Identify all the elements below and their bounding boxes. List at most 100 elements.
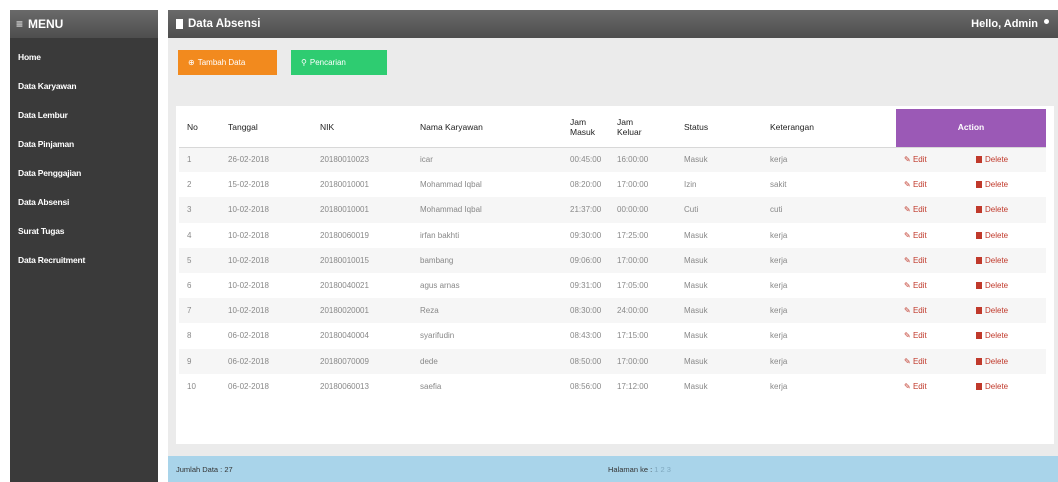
delete-label: Delete — [985, 381, 1009, 391]
cell-keterangan: kerja — [770, 281, 788, 291]
delete-link[interactable]: Delete — [976, 357, 1008, 366]
greeting-text: Hello, Admin — [971, 18, 1038, 30]
col-jam-keluar: Jam Keluar — [609, 109, 676, 148]
cell-masuk: 21:37:00 — [562, 197, 609, 223]
pencil-icon: ✎ — [904, 230, 911, 240]
cell-delete: Delete — [968, 374, 1046, 399]
delete-link[interactable]: Delete — [976, 306, 1008, 315]
cell-nik: 20180070009 — [312, 348, 412, 374]
user-greeting[interactable]: Hello, Admin — [971, 18, 1050, 30]
add-data-button[interactable]: ⊕ Tambah Data — [178, 49, 277, 75]
edit-link[interactable]: ✎ Edit — [904, 180, 927, 189]
table-row: 7 10-02-2018 20180020001 Reza 08:30:00 24:00:… — [179, 298, 1046, 324]
col-nik: NIK — [312, 109, 412, 148]
edit-link[interactable]: ✎ Edit — [904, 382, 927, 391]
edit-link[interactable]: ✎ Edit — [904, 205, 927, 214]
cell-no: 5 — [179, 247, 220, 273]
cell-no: 2 — [187, 180, 192, 190]
delete-link[interactable]: Delete — [976, 256, 1008, 265]
cell-delete: Delete — [968, 172, 1046, 197]
page-links[interactable]: 1 2 3 — [654, 465, 671, 474]
sidebar: ≡ MENU Home Data Karyawan Data Lembur Da… — [10, 10, 158, 482]
cell-edit: ✎ Edit — [896, 247, 968, 273]
edit-label: Edit — [912, 155, 927, 165]
delete-link[interactable]: Delete — [976, 281, 1008, 290]
sidebar-item-data-lembur[interactable]: Data Lembur — [10, 100, 158, 129]
delete-link[interactable]: Delete — [976, 331, 1008, 340]
table-row: 4 10-02-2018 20180060019 irfan bakhti 09:30:… — [179, 223, 1046, 248]
sidebar-item-data-absensi[interactable]: Data Absensi — [10, 187, 158, 216]
cell-keterangan: kerja — [770, 381, 788, 391]
cell-keterangan: kerja — [762, 147, 896, 173]
cell-no: 10 — [187, 381, 196, 391]
sidebar-item-data-penggajian[interactable]: Data Penggajian — [10, 158, 158, 187]
cell-tanggal: 06-02-2018 — [228, 381, 269, 391]
cell-delete: Delete — [968, 147, 1046, 173]
cell-nik: 20180010001 — [312, 197, 412, 223]
add-data-label: Tambah Data — [197, 57, 246, 67]
sidebar-item-surat-tugas[interactable]: Surat Tugas — [10, 216, 158, 245]
delete-label: Delete — [985, 255, 1009, 265]
cell-keluar: 00:00:00 — [609, 197, 676, 223]
cell-nik: 20180040004 — [320, 331, 369, 341]
cell-nama: irfan bakhti — [420, 230, 460, 240]
cell-tanggal: 06-02-2018 — [220, 348, 312, 374]
edit-link[interactable]: ✎ Edit — [904, 256, 927, 265]
sidebar-item-home[interactable]: Home — [10, 42, 158, 71]
search-icon: ⚲ — [301, 57, 307, 67]
cell-no: 4 — [187, 230, 192, 240]
edit-label: Edit — [912, 180, 927, 190]
hamburger-menu-icon[interactable]: ≡ — [16, 17, 26, 31]
delete-link[interactable]: Delete — [976, 205, 1008, 214]
cell-nik: 20180020001 — [312, 298, 412, 324]
edit-link[interactable]: ✎ Edit — [904, 155, 927, 164]
sidebar-item-data-recruitment[interactable]: Data Recruitment — [10, 245, 158, 274]
table-panel: No Tanggal NIK Nama Karyawan Jam Masuk Ja… — [176, 106, 1054, 444]
sidebar-header[interactable]: ≡ MENU — [10, 10, 158, 38]
delete-label: Delete — [985, 331, 1009, 341]
table-row: 9 06-02-2018 20180070009 dede 08:50:00 17:00:… — [179, 348, 1046, 374]
table-header-row: No Tanggal NIK Nama Karyawan Jam Masuk Ja… — [179, 109, 1046, 148]
cell-masuk: 00:45:00 — [562, 147, 609, 173]
delete-link[interactable]: Delete — [976, 155, 1008, 164]
delete-link[interactable]: Delete — [976, 382, 1008, 391]
cell-tanggal: 10-02-2018 — [228, 281, 269, 291]
edit-link[interactable]: ✎ Edit — [904, 331, 927, 340]
sidebar-item-data-karyawan[interactable]: Data Karyawan — [10, 71, 158, 100]
sidebar-item-data-pinjaman[interactable]: Data Pinjaman — [10, 129, 158, 158]
edit-link[interactable]: ✎ Edit — [904, 306, 927, 315]
search-button[interactable]: ⚲ Pencarian — [291, 49, 387, 75]
cell-status: Masuk — [676, 147, 762, 173]
cell-keluar: 17:05:00 — [617, 281, 649, 291]
document-icon — [176, 19, 183, 29]
edit-link[interactable]: ✎ Edit — [904, 357, 927, 366]
delete-link[interactable]: Delete — [976, 231, 1008, 240]
col-tanggal: Tanggal — [220, 109, 312, 148]
cell-delete: Delete — [968, 273, 1046, 298]
col-jam-keluar-line2: Keluar — [617, 126, 642, 137]
cell-status: Masuk — [684, 230, 708, 240]
cell-keluar: 17:00:00 — [617, 180, 649, 190]
table-row: 8 06-02-2018 20180040004 syarifudin 08:43:00… — [179, 323, 1046, 348]
delete-label: Delete — [985, 230, 1009, 240]
sidebar-title: MENU — [28, 17, 64, 31]
delete-link[interactable]: Delete — [976, 180, 1008, 189]
cell-nama: icar — [412, 147, 562, 173]
cell-no: 9 — [179, 348, 220, 374]
delete-label: Delete — [985, 281, 1009, 291]
top-bar: Data Absensi Hello, Admin — [168, 10, 1058, 38]
cell-no: 8 — [187, 331, 192, 341]
cell-nik: 20180060013 — [320, 381, 369, 391]
cell-masuk: 08:30:00 — [562, 298, 609, 324]
cell-nama: syarifudin — [420, 331, 455, 341]
trash-icon — [976, 307, 982, 315]
page-title-text: Data Absensi — [188, 18, 261, 30]
pencil-icon: ✎ — [904, 281, 911, 291]
trash-icon — [976, 282, 982, 290]
edit-link[interactable]: ✎ Edit — [904, 281, 927, 290]
toolbar: ⊕ Tambah Data ⚲ Pencarian — [168, 38, 1058, 86]
cell-keluar: 17:25:00 — [617, 230, 649, 240]
delete-label: Delete — [985, 155, 1009, 165]
col-jam-masuk-line2: Masuk — [570, 126, 596, 137]
edit-link[interactable]: ✎ Edit — [904, 231, 927, 240]
